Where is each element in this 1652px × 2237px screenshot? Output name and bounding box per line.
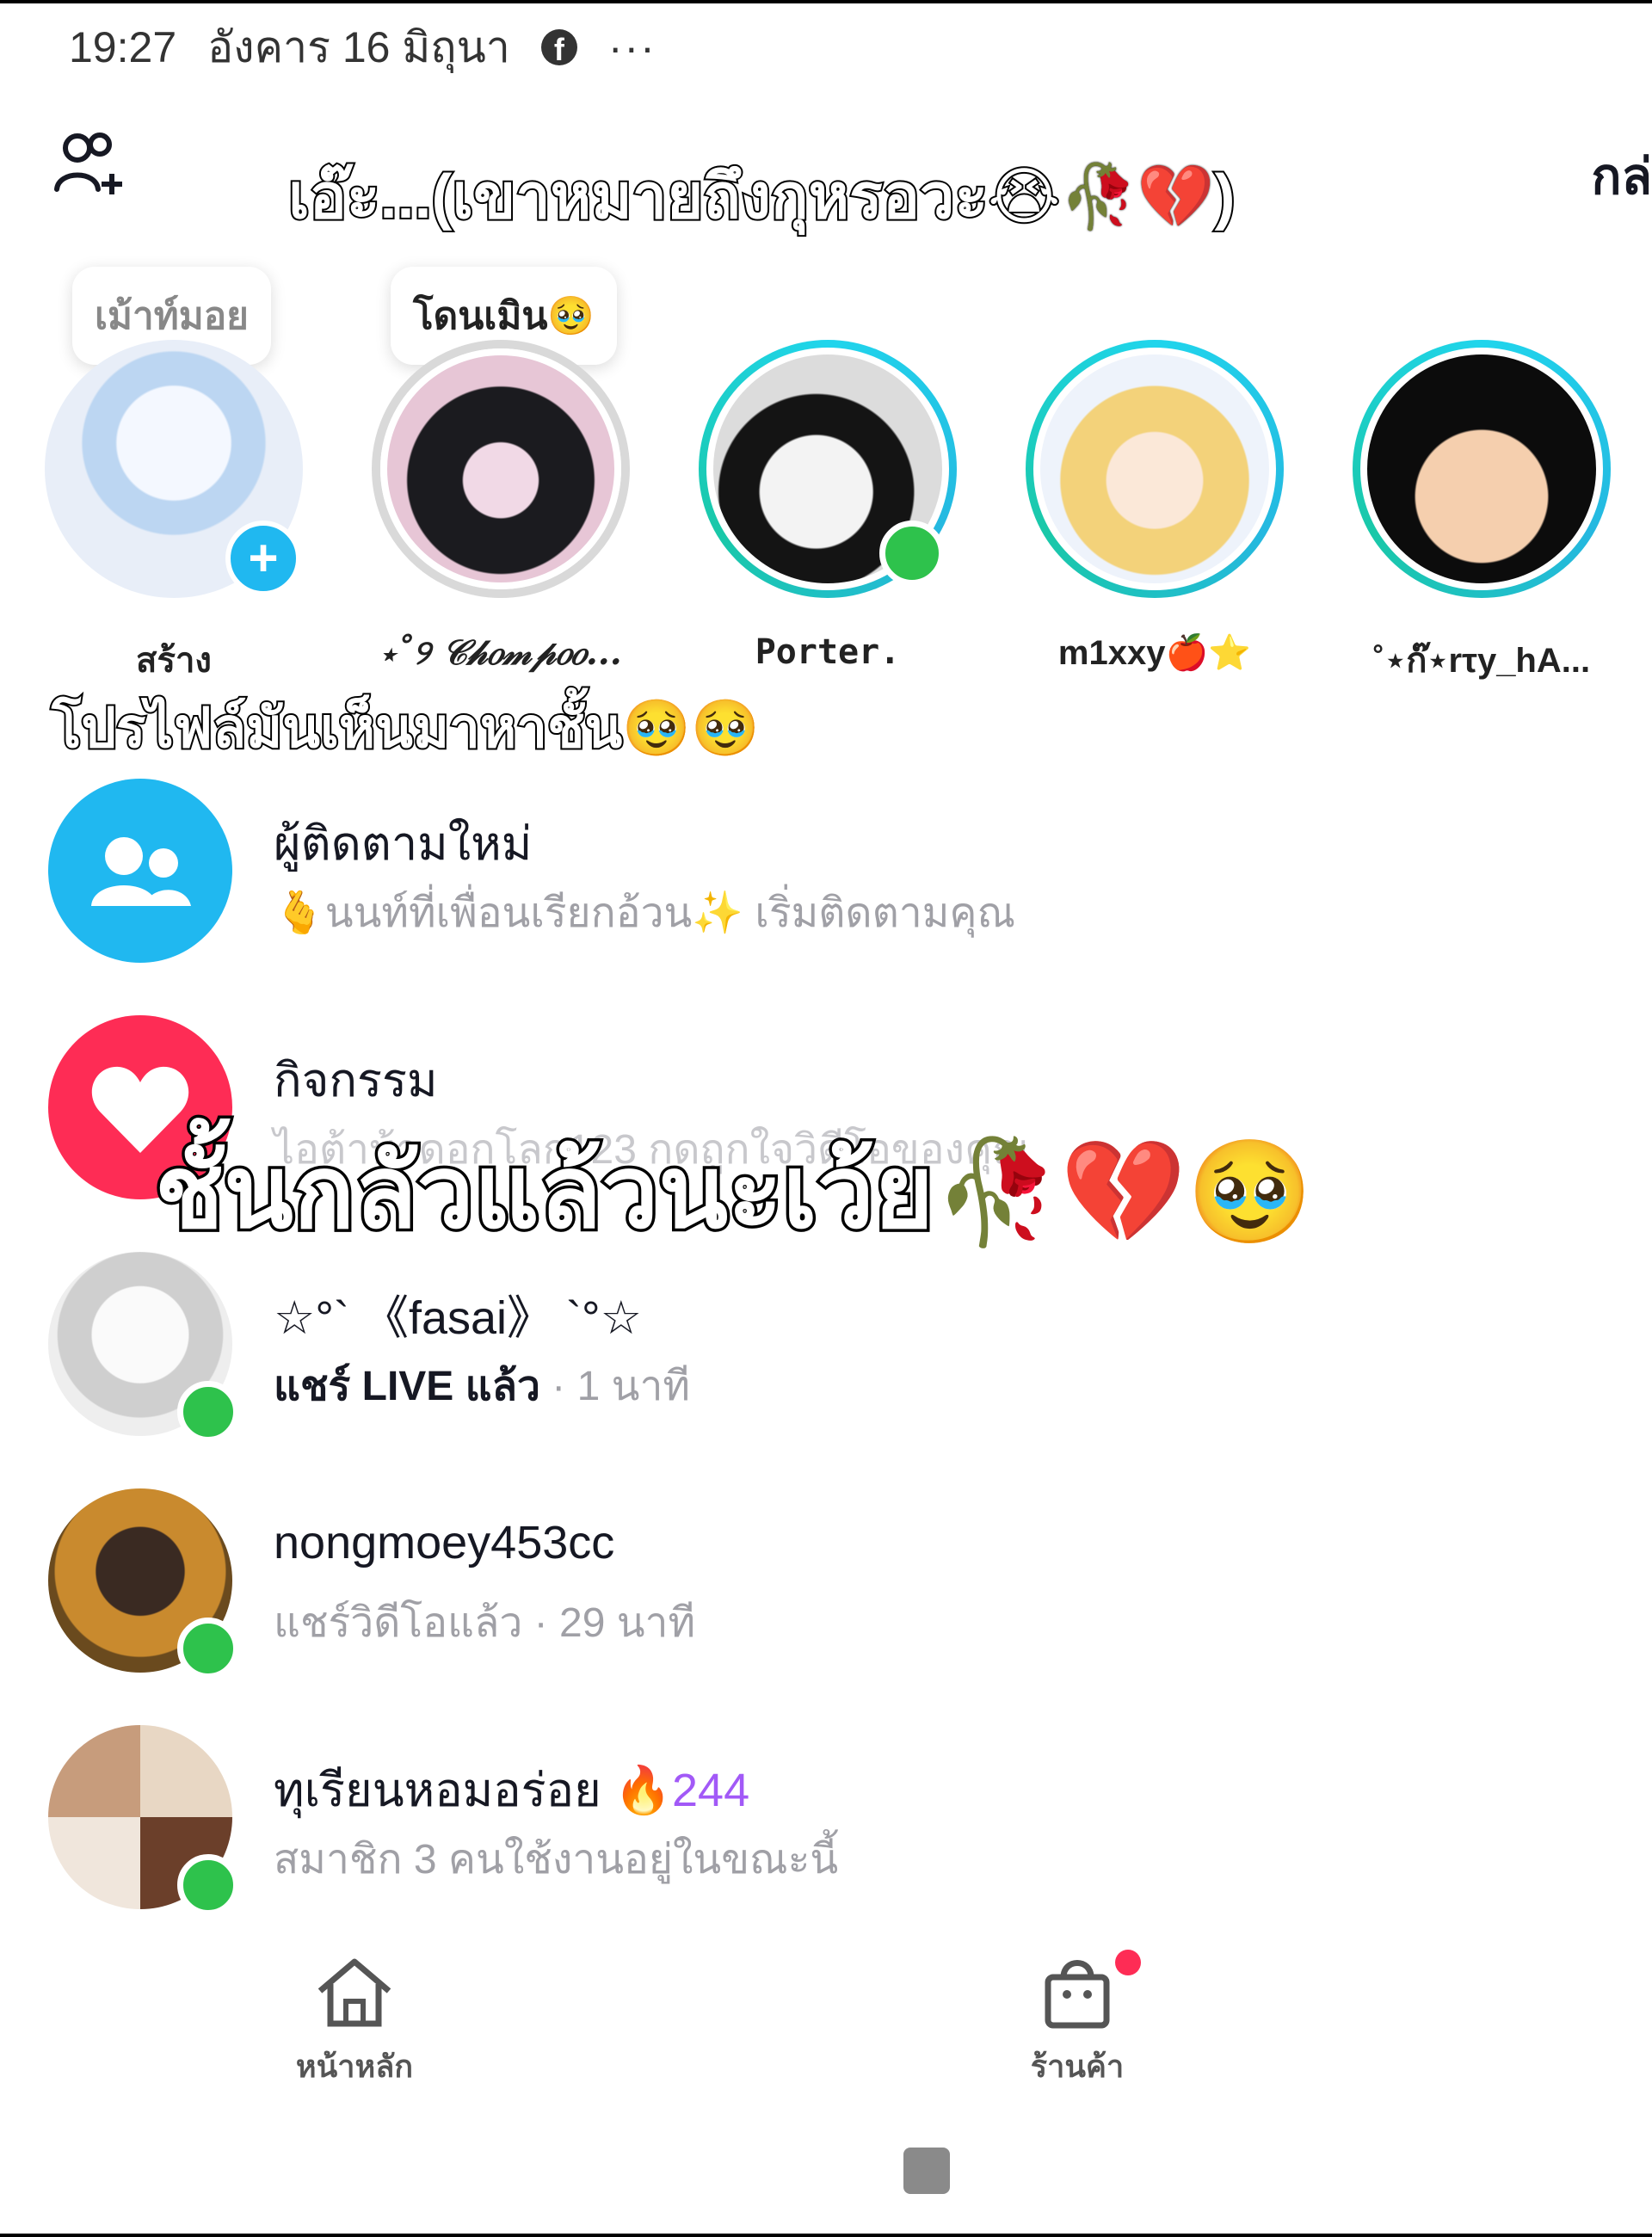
status-bar: 19:27 อังคาร 16 มิถุนา f ···: [69, 17, 656, 77]
avatar: [1360, 348, 1603, 590]
streak-count: 244: [672, 1765, 750, 1816]
shopping-bag-icon: [1045, 1960, 1110, 2029]
facebook-icon: f: [540, 29, 577, 65]
chat-status: แชร์ LIVE แล้ว: [274, 1364, 540, 1409]
online-status-dot: [177, 1618, 239, 1679]
overlay-caption-mid: โปรไฟล์มันเห็นมาหาชั้น🥹🥹: [50, 695, 761, 761]
status-time: 19:27: [69, 23, 177, 71]
story-name: m1xxy🍎⭐: [1057, 634, 1252, 672]
add-person-icon: [54, 132, 122, 194]
story-avatar-ring: [1026, 340, 1284, 598]
chat-subtitle: สมาชิก 3 คนใช้งานอยู่ในขณะนี้: [274, 1837, 839, 1883]
add-story-icon[interactable]: +: [225, 521, 301, 596]
chat-title: ทุเรียนหอมอร่อย 🔥244: [274, 1753, 749, 1827]
row-title: ผู้ติดตามใหม่: [274, 818, 533, 870]
story-create[interactable]: เม้าท์มอย + สร้าง: [19, 267, 329, 701]
stop-button-icon[interactable]: [903, 2148, 950, 2194]
story-name: สร้าง: [136, 642, 212, 680]
chat-row[interactable]: ☆°` 《fasai》 `°☆ แชร์ LIVE แล้ว · 1 นาที: [48, 1252, 1597, 1443]
chat-row[interactable]: nongmoey453cc แชร์วิดีโอแล้ว · 29 นาที: [48, 1488, 1597, 1679]
online-status-dot: [879, 521, 945, 586]
people-icon: [91, 837, 191, 906]
chat-subtitle: แชร์ LIVE แล้ว · 1 นาที: [274, 1353, 690, 1419]
avatar: [1033, 348, 1276, 590]
more-notifications-icon: ···: [607, 23, 656, 71]
caption-emojis: 🥀💔🥹😭: [934, 1136, 1432, 1249]
story-name: ˚⋆ก๊⋆rτy_hA...: [1372, 642, 1591, 680]
online-status-dot: [177, 1854, 239, 1916]
row-title: กิจกรรม: [274, 1055, 438, 1106]
home-icon: [317, 1958, 391, 2027]
header-title-partial: กล่: [1591, 149, 1652, 205]
bottom-nav: หน้าหลัก ร้านค้า: [0, 1927, 1652, 2099]
chat-time: · 1 นาที: [539, 1364, 691, 1409]
stories-row: เม้าท์มอย + สร้าง โดนเมิน🥹 ⋆˚୨ 𝒞𝒽𝑜𝓂𝓅𝑜𝑜..…: [0, 258, 1652, 706]
row-subtitle: 🫰นนท์ที่เพื่อนเรียกอ้วน✨ เริ่มติดตามคุณ: [274, 890, 1016, 936]
notification-dot: [1115, 1950, 1141, 1975]
nav-home-label: หน้าหลัก: [295, 2049, 414, 2084]
chat-title: nongmoey453cc: [274, 1517, 615, 1568]
online-status-dot: [177, 1381, 239, 1443]
story-item[interactable]: โดนเมิน🥹 ⋆˚୨ 𝒞𝒽𝑜𝓂𝓅𝑜𝑜...: [346, 267, 656, 701]
new-followers-row[interactable]: ผู้ติดตามใหม่ 🫰นนท์ที่เพื่อนเรียกอ้วน✨ เ…: [48, 779, 1597, 968]
story-name: ⋆˚୨ 𝒞𝒽𝑜𝓂𝓅𝑜𝑜...: [379, 632, 622, 673]
nav-shop-label: ร้านค้า: [1030, 2049, 1125, 2084]
group-chat-row[interactable]: ทุเรียนหอมอร่อย 🔥244 สมาชิก 3 คนใช้งานอย…: [48, 1725, 1597, 1916]
overlay-caption-top: เอ๊ะ...(เขาหมายถึงกุหรอวะ😭🥀💔): [287, 161, 1237, 233]
overlay-caption-big-text: ชั้นกลัวแล้วนะเว้ย: [151, 1133, 936, 1253]
nav-shop[interactable]: ร้านค้า: [983, 1953, 1172, 2091]
story-item[interactable]: ˚⋆ก๊⋆rτy_hA...: [1327, 340, 1637, 701]
overlay-caption-big: ชั้นกลัวแล้วนะเว้ย🥀💔🥹😭: [151, 1110, 1432, 1272]
nav-home[interactable]: หน้าหลัก: [260, 1953, 449, 2091]
avatar: [380, 348, 621, 589]
status-date: อังคาร 16 มิถุนา: [207, 22, 510, 71]
story-item[interactable]: m1xxy🍎⭐: [1000, 340, 1310, 701]
followers-icon: [48, 779, 232, 963]
story-avatar-ring: [1353, 340, 1611, 598]
chat-title: ☆°` 《fasai》 `°☆: [274, 1292, 643, 1344]
story-avatar-ring: [372, 340, 630, 598]
group-name: ทุเรียนหอมอร่อย: [274, 1765, 601, 1816]
story-item[interactable]: Porter.: [673, 340, 983, 701]
chat-subtitle: แชร์วิดีโอแล้ว · 29 นาที: [274, 1600, 696, 1646]
story-name: Porter.: [755, 632, 901, 672]
fire-icon: 🔥: [613, 1765, 673, 1816]
add-friend-icon[interactable]: [52, 129, 129, 198]
